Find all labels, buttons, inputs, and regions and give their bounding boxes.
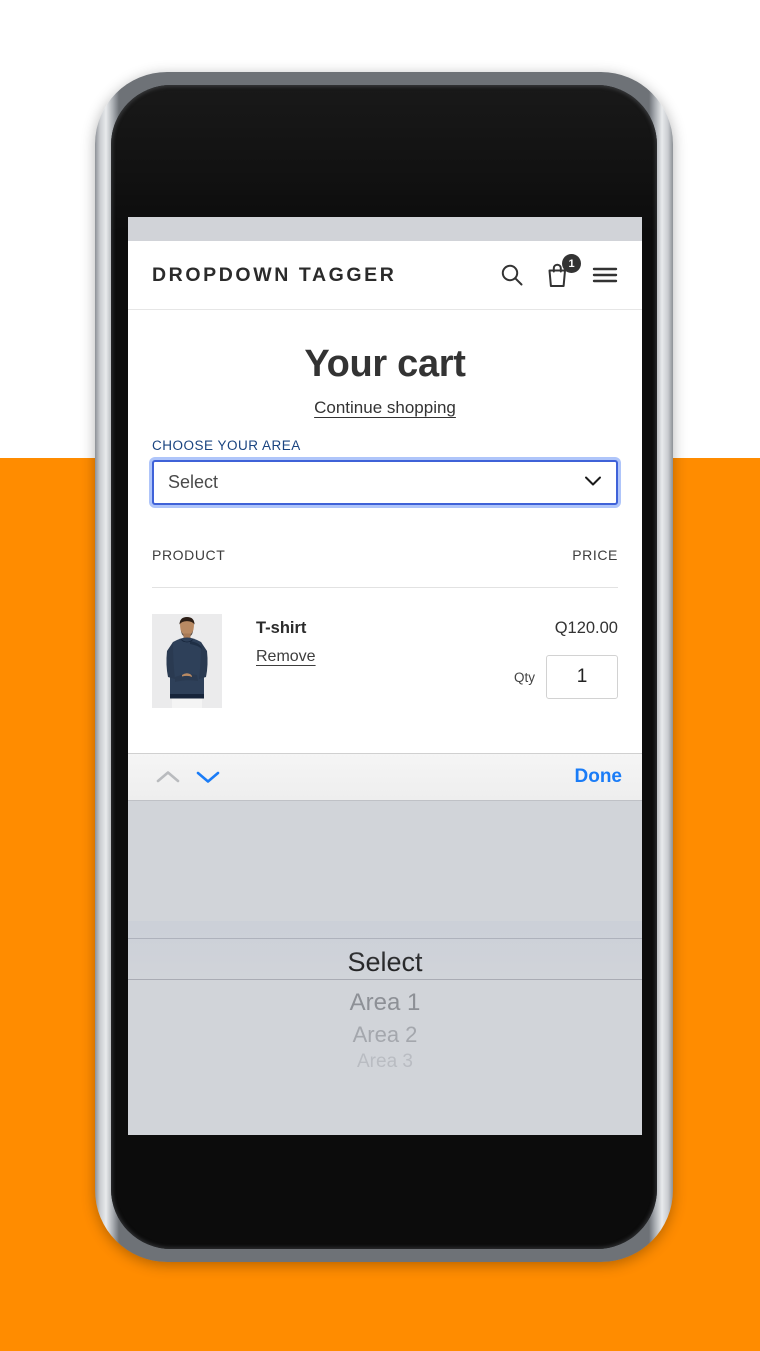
cart-body: Your cart Continue shopping CHOOSE YOUR … bbox=[128, 343, 642, 708]
site-header: DROPDOWN TAGGER 1 bbox=[128, 241, 642, 310]
search-icon[interactable] bbox=[499, 262, 525, 288]
quantity-label: Qty bbox=[513, 669, 535, 685]
remove-item-link[interactable]: Remove bbox=[256, 648, 316, 666]
chevron-down-icon bbox=[584, 474, 602, 492]
home-button[interactable] bbox=[451, 1248, 535, 1249]
cart-table-header: PRODUCT PRICE bbox=[152, 547, 618, 588]
picker-option-selected[interactable]: Select bbox=[128, 949, 642, 976]
phone-screen: DROPDOWN TAGGER 1 Your cart Continue sho… bbox=[128, 217, 642, 1135]
picker-toolbar: Done bbox=[128, 753, 642, 801]
column-header-price: PRICE bbox=[572, 547, 618, 563]
area-select-value: Select bbox=[168, 472, 219, 492]
continue-shopping-wrap: Continue shopping bbox=[152, 398, 618, 418]
picker-selection-band-top bbox=[128, 938, 642, 939]
chevron-up-icon[interactable] bbox=[148, 757, 188, 797]
picker-option[interactable]: Area 1 bbox=[128, 991, 642, 1015]
picker-option[interactable]: Area 2 bbox=[128, 1024, 642, 1046]
picker-done-button[interactable]: Done bbox=[575, 766, 623, 788]
screen-gloss bbox=[111, 85, 657, 235]
area-select[interactable]: Select bbox=[152, 460, 618, 505]
menu-icon[interactable] bbox=[592, 265, 618, 285]
picker-wheel[interactable]: Select Area 1 Area 2 Area 3 bbox=[128, 801, 642, 1135]
quantity-control: Qty 1 bbox=[468, 655, 618, 699]
product-info: T-shirt Remove bbox=[222, 614, 468, 708]
product-price: Q120.00 bbox=[554, 619, 618, 637]
area-select-label: CHOOSE YOUR AREA bbox=[152, 438, 301, 453]
product-price-qty: Q120.00 Qty 1 bbox=[468, 614, 618, 708]
brand-logo[interactable]: DROPDOWN TAGGER bbox=[152, 264, 479, 287]
picker-option[interactable]: Area 3 bbox=[128, 1052, 642, 1071]
quantity-input[interactable]: 1 bbox=[546, 655, 618, 699]
chevron-down-icon[interactable] bbox=[188, 757, 228, 797]
status-bar bbox=[128, 217, 642, 241]
column-header-product: PRODUCT bbox=[152, 547, 226, 563]
cart-icon[interactable]: 1 bbox=[545, 254, 581, 289]
ios-picker-overlay: Done Select Area 1 Area 2 Area 3 bbox=[128, 753, 642, 1135]
cart-badge: 1 bbox=[562, 254, 581, 273]
continue-shopping-link[interactable]: Continue shopping bbox=[314, 398, 456, 417]
picker-selection-band-bottom bbox=[128, 979, 642, 980]
table-row: T-shirt Remove Q120.00 Qty 1 bbox=[152, 614, 618, 708]
product-thumbnail[interactable] bbox=[152, 614, 222, 708]
product-title[interactable]: T-shirt bbox=[256, 619, 468, 638]
page-title: Your cart bbox=[304, 343, 466, 385]
